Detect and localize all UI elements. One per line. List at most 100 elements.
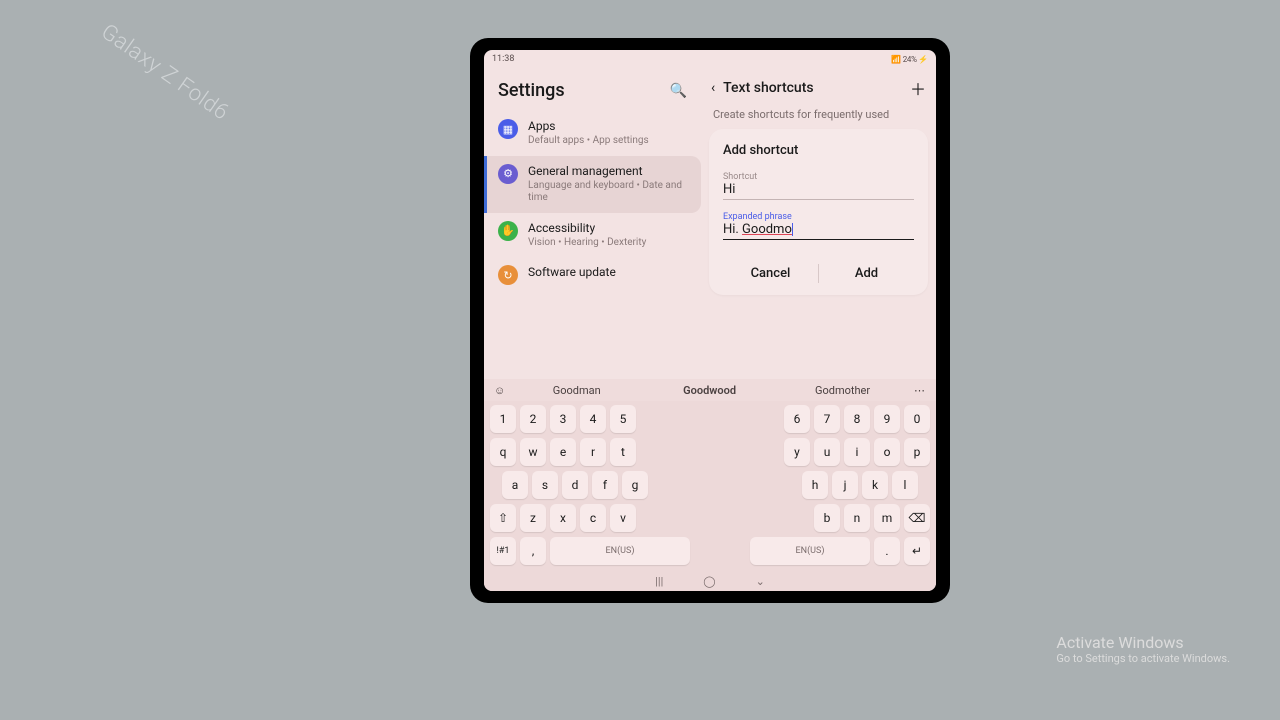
add-shortcut-dialog: Add shortcut Shortcut Hi Expanded phrase… (709, 129, 928, 295)
key-n[interactable]: n (844, 504, 870, 532)
expanded-phrase-field[interactable]: Expanded phrase Hi. Goodmo (723, 212, 914, 240)
nav-collapse-icon[interactable]: ⌄ (756, 575, 765, 588)
key-5[interactable]: 5 (610, 405, 636, 433)
device-frame: 11:38 📶 24% ⚡ Settings 🔍 ▦ Apps Default … (470, 38, 950, 603)
phrase-label: Expanded phrase (723, 212, 914, 222)
key-3[interactable]: 3 (550, 405, 576, 433)
key-shift[interactable]: ⇧ (490, 504, 516, 532)
settings-item-sub: Default apps • App settings (528, 135, 649, 148)
key-space-left[interactable]: EN(US) (550, 537, 690, 565)
key-o[interactable]: o (874, 438, 900, 466)
settings-pane: Settings 🔍 ▦ Apps Default apps • App set… (484, 68, 701, 379)
shortcut-value: Hi (723, 182, 914, 197)
key-z[interactable]: z (520, 504, 546, 532)
apps-icon: ▦ (498, 119, 518, 139)
key-i[interactable]: i (844, 438, 870, 466)
key-e[interactable]: e (550, 438, 576, 466)
key-7[interactable]: 7 (814, 405, 840, 433)
page-title: Settings (498, 80, 565, 101)
shortcuts-title: Text shortcuts (723, 80, 902, 96)
add-button[interactable]: Add (819, 258, 914, 289)
dialog-actions: Cancel Add (723, 252, 914, 289)
key-symbols[interactable]: !#1 (490, 537, 516, 565)
settings-item-label: Accessibility (528, 221, 646, 235)
key-8[interactable]: 8 (844, 405, 870, 433)
shortcuts-header: ‹ Text shortcuts ＋ (709, 74, 928, 106)
shortcuts-desc: Create shortcuts for frequently used (709, 106, 928, 129)
cancel-button[interactable]: Cancel (723, 258, 818, 289)
key-period[interactable]: . (874, 537, 900, 565)
settings-item-software-update[interactable]: ↻ Software update (484, 257, 701, 293)
dialog-title: Add shortcut (723, 143, 914, 158)
status-bar: 11:38 📶 24% ⚡ (484, 50, 936, 68)
settings-item-general-management[interactable]: ⚙ General management Language and keyboa… (484, 156, 701, 213)
text-shortcuts-pane: ‹ Text shortcuts ＋ Create shortcuts for … (701, 68, 936, 379)
key-comma[interactable]: , (520, 537, 546, 565)
key-a[interactable]: a (502, 471, 528, 499)
suggestion-2[interactable]: Goodwood (648, 384, 771, 397)
key-1[interactable]: 1 (490, 405, 516, 433)
search-icon[interactable]: 🔍 (670, 83, 687, 99)
nav-recent-icon[interactable]: ||| (655, 575, 663, 588)
shortcut-field[interactable]: Shortcut Hi (723, 172, 914, 200)
key-u[interactable]: u (814, 438, 840, 466)
key-j[interactable]: j (832, 471, 858, 499)
screen: 11:38 📶 24% ⚡ Settings 🔍 ▦ Apps Default … (484, 50, 936, 591)
key-y[interactable]: y (784, 438, 810, 466)
key-h[interactable]: h (802, 471, 828, 499)
sticker-icon[interactable]: ☺ (494, 384, 505, 397)
update-icon: ↻ (498, 265, 518, 285)
status-right: 📶 24% ⚡ (891, 55, 928, 64)
key-9[interactable]: 9 (874, 405, 900, 433)
status-time: 11:38 (492, 54, 514, 64)
settings-item-label: Software update (528, 265, 616, 279)
key-g[interactable]: g (622, 471, 648, 499)
phrase-value: Hi. Goodmo (723, 222, 914, 237)
settings-item-sub: Language and keyboard • Date and time (528, 180, 687, 205)
split-panes: Settings 🔍 ▦ Apps Default apps • App set… (484, 68, 936, 379)
key-q[interactable]: q (490, 438, 516, 466)
settings-item-label: General management (528, 164, 687, 178)
key-w[interactable]: w (520, 438, 546, 466)
settings-item-sub: Vision • Hearing • Dexterity (528, 237, 646, 250)
key-0[interactable]: 0 (904, 405, 930, 433)
key-space-right[interactable]: EN(US) (750, 537, 870, 565)
key-l[interactable]: l (892, 471, 918, 499)
windows-watermark: Activate Windows Go to Settings to activ… (1056, 633, 1230, 665)
general-icon: ⚙ (498, 164, 518, 184)
key-b[interactable]: b (814, 504, 840, 532)
key-backspace[interactable]: ⌫ (904, 504, 930, 532)
back-icon[interactable]: ‹ (711, 80, 715, 96)
nav-bar: ||| ◯ ⌄ (484, 571, 936, 591)
watermark-line1: Activate Windows (1056, 633, 1230, 652)
key-v[interactable]: v (610, 504, 636, 532)
watermark-line2: Go to Settings to activate Windows. (1056, 652, 1230, 665)
key-6[interactable]: 6 (784, 405, 810, 433)
settings-item-accessibility[interactable]: ✋ Accessibility Vision • Hearing • Dexte… (484, 213, 701, 258)
key-k[interactable]: k (862, 471, 888, 499)
key-c[interactable]: c (580, 504, 606, 532)
key-x[interactable]: x (550, 504, 576, 532)
key-p[interactable]: p (904, 438, 930, 466)
settings-item-label: Apps (528, 119, 649, 133)
suggestion-3[interactable]: Godmother (781, 384, 904, 397)
key-m[interactable]: m (874, 504, 900, 532)
suggestion-more-icon[interactable]: ⋯ (914, 384, 926, 397)
settings-header: Settings 🔍 (484, 74, 701, 111)
accessibility-icon: ✋ (498, 221, 518, 241)
settings-item-apps[interactable]: ▦ Apps Default apps • App settings (484, 111, 701, 156)
shortcut-label: Shortcut (723, 172, 914, 182)
key-t[interactable]: t (610, 438, 636, 466)
suggestion-1[interactable]: Goodman (515, 384, 638, 397)
nav-home-icon[interactable]: ◯ (703, 575, 715, 588)
key-f[interactable]: f (592, 471, 618, 499)
add-icon[interactable]: ＋ (910, 76, 926, 100)
keyboard-suggestions: ☺ Goodman Goodwood Godmother ⋯ (484, 379, 936, 401)
key-enter[interactable]: ↵ (904, 537, 930, 565)
key-4[interactable]: 4 (580, 405, 606, 433)
key-d[interactable]: d (562, 471, 588, 499)
key-2[interactable]: 2 (520, 405, 546, 433)
key-r[interactable]: r (580, 438, 606, 466)
key-s[interactable]: s (532, 471, 558, 499)
product-box-text: Galaxy Z Fold6 (96, 19, 233, 125)
